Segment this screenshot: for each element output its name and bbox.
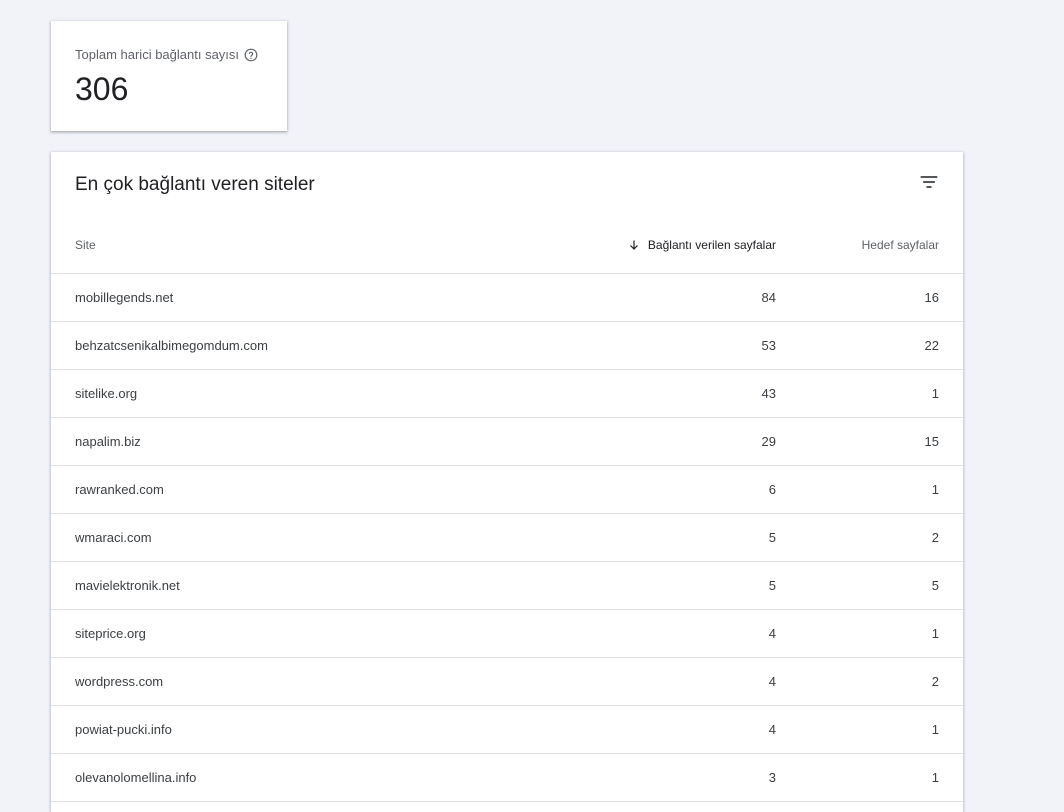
cell-site: wordpress.com: [75, 674, 164, 689]
cell-site: napalim.biz: [75, 434, 141, 449]
cell-site: olevanolomellina.info: [75, 770, 197, 785]
cell-linking-pages: 5: [768, 530, 776, 545]
cell-linking-pages: 29: [761, 434, 776, 449]
cell-site: behzatcsenikalbimegomdum.com: [75, 338, 268, 353]
total-external-links-card: Toplam harici bağlantı sayısı 306: [51, 21, 287, 131]
cell-target-pages: 15: [924, 434, 939, 449]
cell-linking-pages: 84: [761, 290, 776, 305]
cell-site: powiat-pucki.info: [75, 722, 172, 737]
cell-linking-pages: 43: [761, 386, 776, 401]
cell-target-pages: 1: [931, 626, 939, 641]
cell-linking-pages: 5: [768, 578, 776, 593]
cell-site: sitelike.org: [75, 386, 138, 401]
cell-site: mobillegends.net: [75, 290, 174, 305]
table-header: Site Bağlantı verilen sayfalar Hedef say…: [51, 224, 963, 274]
table-row[interactable]: behzatcsenikalbimegomdum.com 53 22: [51, 322, 963, 370]
filter-icon[interactable]: [919, 172, 939, 192]
cell-target-pages: 2: [931, 530, 939, 545]
cell-target-pages: 16: [924, 290, 939, 305]
cell-linking-pages: 6: [768, 482, 776, 497]
cell-target-pages: 5: [931, 578, 939, 593]
help-icon[interactable]: [244, 48, 258, 62]
table-row[interactable]: olevanolomellina.info 3 1: [51, 754, 963, 802]
cell-target-pages: 2: [931, 674, 939, 689]
cell-linking-pages: 3: [768, 770, 776, 785]
top-linking-sites-card: En çok bağlantı veren siteler Site Bağla…: [51, 152, 963, 812]
total-external-links-label-wrap: Toplam harici bağlantı sayısı: [75, 47, 258, 62]
table-row[interactable]: wmaraci.com 5 2: [51, 514, 963, 562]
cell-linking-pages: 4: [768, 722, 776, 737]
table-row[interactable]: napalim.biz 29 15: [51, 418, 963, 466]
cell-linking-pages: 4: [768, 674, 776, 689]
cell-target-pages: 1: [931, 482, 939, 497]
column-header-target-pages[interactable]: Hedef sayfalar: [862, 238, 939, 252]
table-row[interactable]: sitelike.org 43 1: [51, 370, 963, 418]
table-row[interactable]: mobillegends.net 84 16: [51, 274, 963, 322]
column-header-linking-pages[interactable]: Bağlantı verilen sayfalar: [628, 238, 776, 252]
total-external-links-label: Toplam harici bağlantı sayısı: [75, 47, 240, 62]
cell-target-pages: 1: [931, 770, 939, 785]
table-row[interactable]: rawranked.com 6 1: [51, 466, 963, 514]
arrow-down-icon: [628, 239, 640, 251]
table-row[interactable]: siteprice.org 4 1: [51, 610, 963, 658]
cell-target-pages: 22: [924, 338, 939, 353]
table-row[interactable]: wordpress.com 4 2: [51, 658, 963, 706]
column-header-site: Site: [75, 238, 96, 252]
cell-target-pages: 1: [931, 386, 939, 401]
total-external-links-value: 306: [75, 71, 129, 107]
cell-site: rawranked.com: [75, 482, 164, 497]
table-body: mobillegends.net 84 16 behzatcsenikalbimego…: [51, 274, 963, 802]
cell-target-pages: 1: [931, 722, 939, 737]
table-row[interactable]: powiat-pucki.info 4 1: [51, 706, 963, 754]
cell-site: mavielektronik.net: [75, 578, 180, 593]
table-row[interactable]: mavielektronik.net 5 5: [51, 562, 963, 610]
card-title: En çok bağlantı veren siteler: [75, 174, 315, 195]
cell-linking-pages: 53: [761, 338, 776, 353]
cell-linking-pages: 4: [768, 626, 776, 641]
column-header-linking-pages-label: Bağlantı verilen sayfalar: [647, 238, 776, 252]
cell-site: wmaraci.com: [75, 530, 152, 545]
cell-site: siteprice.org: [75, 626, 146, 641]
